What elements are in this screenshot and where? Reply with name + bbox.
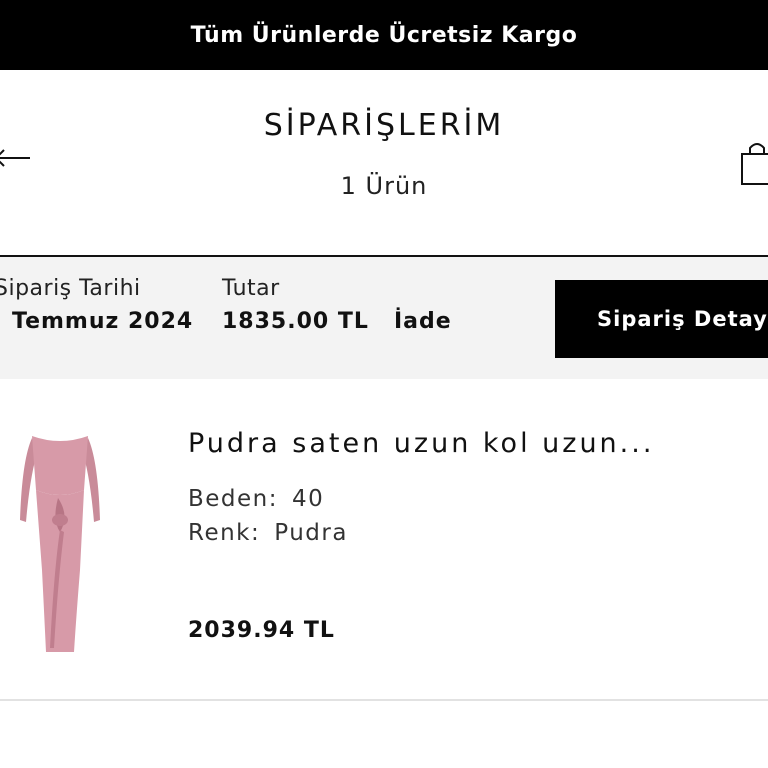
promo-banner: Tüm Ürünlerde Ücretsiz Kargo [0, 0, 768, 70]
product-color-label: Renk: [188, 520, 261, 546]
product-size-value: 40 [292, 486, 325, 512]
product-divider [0, 699, 768, 701]
order-status: İade [394, 309, 452, 334]
page-title: SİPARİŞLERİM [263, 108, 505, 143]
page-header [0, 70, 768, 256]
order-total-label: Tutar [222, 276, 280, 301]
product-size-row: Beden: 40 [188, 486, 324, 512]
promo-banner-text: Tüm Ürünlerde Ücretsiz Kargo [190, 22, 578, 48]
item-count: 1 Ürün [340, 172, 428, 200]
order-detail-button[interactable]: Sipariş Detay [555, 280, 768, 358]
order-total-value: 1835.00 TL [222, 309, 369, 334]
product-name[interactable]: Pudra saten uzun kol uzun... [188, 428, 654, 459]
back-arrow-icon[interactable] [0, 140, 36, 176]
shopping-bag-icon[interactable] [736, 138, 768, 188]
product-color-row: Renk: Pudra [188, 520, 348, 546]
order-date-label: Sipariş Tarihi [0, 276, 141, 301]
product-price: 2039.94 TL [188, 618, 335, 643]
product-color-value: Pudra [274, 520, 348, 546]
dress-image[interactable] [10, 420, 110, 655]
product-size-label: Beden: [188, 486, 279, 512]
order-date-value: Temmuz 2024 [12, 309, 194, 334]
